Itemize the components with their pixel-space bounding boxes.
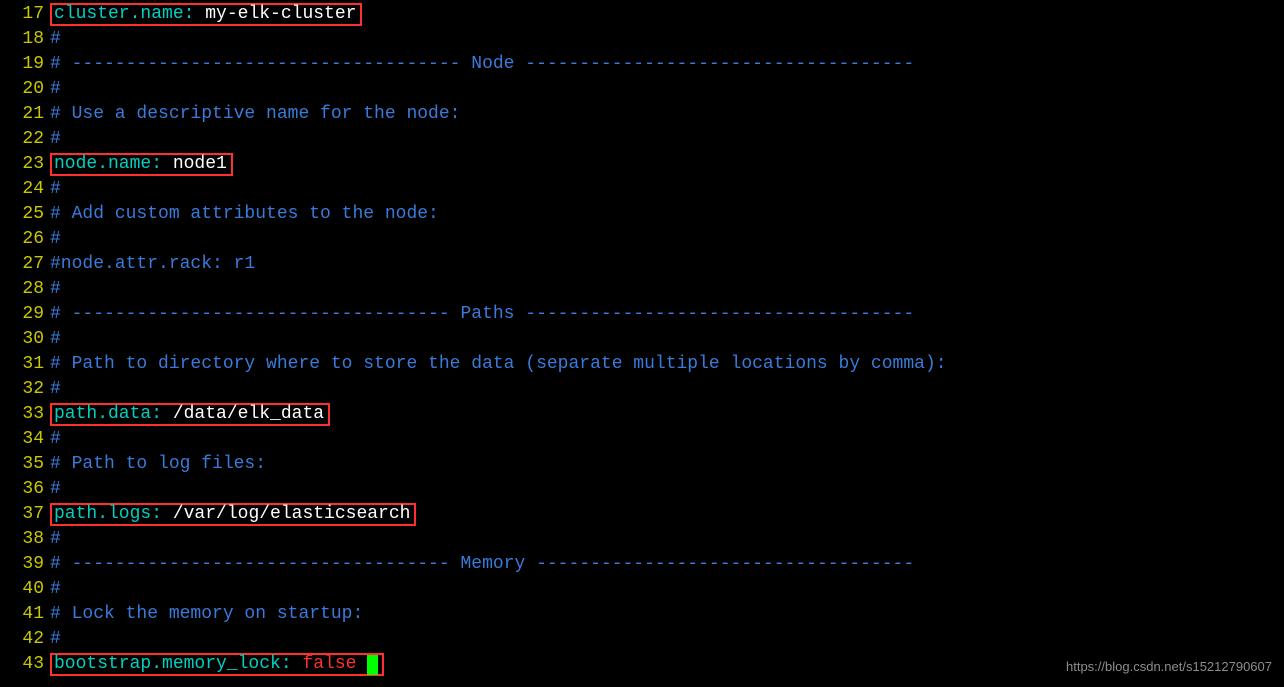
code-editor[interactable]: 17 cluster.name: my-elk-cluster 18 # 19 … xyxy=(0,0,1284,677)
yaml-value: /data/elk_data xyxy=(173,402,324,427)
highlighted-config: node.name: node1 xyxy=(50,153,233,176)
comment: # xyxy=(50,77,61,102)
code-line: 24 # xyxy=(0,177,1284,202)
line-number: 24 xyxy=(0,177,50,202)
yaml-value: node1 xyxy=(173,152,227,177)
code-line: 35 # Path to log files: xyxy=(0,452,1284,477)
code-line: 42 # xyxy=(0,627,1284,652)
comment: # xyxy=(50,27,61,52)
code-line: 28 # xyxy=(0,277,1284,302)
comment: # xyxy=(50,227,61,252)
comment: # Lock the memory on startup: xyxy=(50,602,363,627)
comment: # xyxy=(50,177,61,202)
highlighted-config: cluster.name: my-elk-cluster xyxy=(50,3,362,26)
line-number: 37 xyxy=(0,502,50,527)
code-line: 34 # xyxy=(0,427,1284,452)
line-number: 23 xyxy=(0,152,50,177)
comment: # Path to directory where to store the d… xyxy=(50,352,947,377)
code-line: 18 # xyxy=(0,27,1284,52)
comment: # xyxy=(50,327,61,352)
yaml-value: /var/log/elasticsearch xyxy=(173,502,411,527)
code-line: 20 # xyxy=(0,77,1284,102)
comment: # Path to log files: xyxy=(50,452,266,477)
comment: # xyxy=(50,477,61,502)
line-number: 38 xyxy=(0,527,50,552)
yaml-key: bootstrap.memory_lock xyxy=(54,652,281,677)
line-number: 41 xyxy=(0,602,50,627)
code-line: 40 # xyxy=(0,577,1284,602)
code-line: 31 # Path to directory where to store th… xyxy=(0,352,1284,377)
line-number: 22 xyxy=(0,127,50,152)
line-number: 26 xyxy=(0,227,50,252)
code-line: 17 cluster.name: my-elk-cluster xyxy=(0,2,1284,27)
code-line: 32 # xyxy=(0,377,1284,402)
line-number: 27 xyxy=(0,252,50,277)
code-line: 38 # xyxy=(0,527,1284,552)
line-number: 43 xyxy=(0,652,50,677)
highlighted-config: path.logs: /var/log/elasticsearch xyxy=(50,503,416,526)
line-number: 21 xyxy=(0,102,50,127)
comment: # xyxy=(50,627,61,652)
section-header-node: # ------------------------------------ N… xyxy=(50,52,914,77)
code-line: 21 # Use a descriptive name for the node… xyxy=(0,102,1284,127)
comment: # Use a descriptive name for the node: xyxy=(50,102,460,127)
cursor-icon xyxy=(367,655,378,675)
section-header-memory: # ----------------------------------- Me… xyxy=(50,552,914,577)
line-number: 36 xyxy=(0,477,50,502)
line-number: 34 xyxy=(0,427,50,452)
code-line: 23 node.name: node1 xyxy=(0,152,1284,177)
line-number: 30 xyxy=(0,327,50,352)
line-number: 19 xyxy=(0,52,50,77)
comment: # xyxy=(50,127,61,152)
code-line: 36 # xyxy=(0,477,1284,502)
line-number: 20 xyxy=(0,77,50,102)
code-line: 39 # -----------------------------------… xyxy=(0,552,1284,577)
code-line: 26 # xyxy=(0,227,1284,252)
highlighted-config: path.data: /data/elk_data xyxy=(50,403,330,426)
code-line: 19 # -----------------------------------… xyxy=(0,52,1284,77)
line-number: 35 xyxy=(0,452,50,477)
comment: # xyxy=(50,277,61,302)
section-header-paths: # ----------------------------------- Pa… xyxy=(50,302,914,327)
line-number: 40 xyxy=(0,577,50,602)
line-number: 28 xyxy=(0,277,50,302)
code-line: 30 # xyxy=(0,327,1284,352)
line-number: 25 xyxy=(0,202,50,227)
code-line: 25 # Add custom attributes to the node: xyxy=(0,202,1284,227)
line-number: 39 xyxy=(0,552,50,577)
line-number: 31 xyxy=(0,352,50,377)
yaml-key: path.logs xyxy=(54,502,151,527)
code-line: 29 # -----------------------------------… xyxy=(0,302,1284,327)
comment: # xyxy=(50,577,61,602)
code-line: 37 path.logs: /var/log/elasticsearch xyxy=(0,502,1284,527)
yaml-key: node.name xyxy=(54,152,151,177)
comment: # xyxy=(50,377,61,402)
comment: # Add custom attributes to the node: xyxy=(50,202,439,227)
line-number: 29 xyxy=(0,302,50,327)
code-line: 27 #node.attr.rack: r1 xyxy=(0,252,1284,277)
yaml-key: cluster.name xyxy=(54,2,184,27)
code-line: 22 # xyxy=(0,127,1284,152)
comment: # xyxy=(50,427,61,452)
watermark: https://blog.csdn.net/s15212790607 xyxy=(1066,654,1272,679)
line-number: 33 xyxy=(0,402,50,427)
comment: #node.attr.rack: r1 xyxy=(50,252,255,277)
yaml-value: false xyxy=(302,652,356,677)
code-line: 33 path.data: /data/elk_data xyxy=(0,402,1284,427)
yaml-key: path.data xyxy=(54,402,151,427)
line-number: 18 xyxy=(0,27,50,52)
comment: # xyxy=(50,527,61,552)
line-number: 17 xyxy=(0,2,50,27)
yaml-value: my-elk-cluster xyxy=(205,2,356,27)
code-line: 41 # Lock the memory on startup: xyxy=(0,602,1284,627)
line-number: 42 xyxy=(0,627,50,652)
highlighted-config: bootstrap.memory_lock: false xyxy=(50,653,384,676)
line-number: 32 xyxy=(0,377,50,402)
